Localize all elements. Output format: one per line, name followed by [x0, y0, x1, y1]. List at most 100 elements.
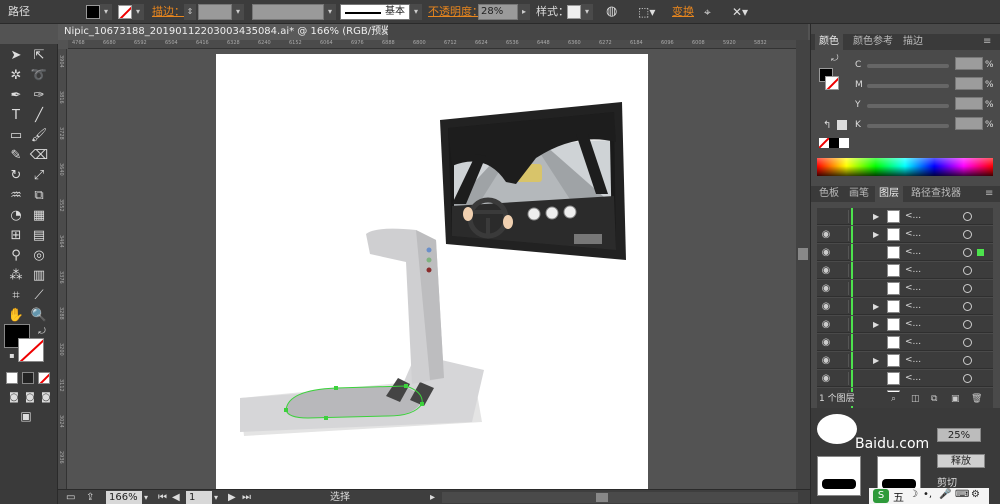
- tab-layers[interactable]: 图层: [875, 186, 903, 202]
- brush-definition[interactable]: 基本: [340, 4, 410, 20]
- visibility-eye-icon[interactable]: ◉: [819, 318, 833, 331]
- live-paint-tool-icon[interactable]: ▦: [29, 206, 49, 226]
- free-transform-tool-icon[interactable]: ⧉: [29, 186, 49, 206]
- visibility-eye-icon[interactable]: ◉: [819, 282, 833, 295]
- artboard[interactable]: [216, 54, 648, 489]
- layer-row[interactable]: ◉ ▶ <...: [817, 298, 993, 315]
- pencil-tool-icon[interactable]: ✎: [6, 146, 26, 166]
- layer-row[interactable]: ◉ ▶ <...: [817, 226, 993, 243]
- panel-menu-icon[interactable]: ✕▾: [732, 4, 748, 20]
- column-graph-tool-icon[interactable]: ▥: [29, 266, 49, 286]
- stroke-weight-dropdown[interactable]: ▾: [232, 4, 244, 20]
- new-sublayer-icon[interactable]: ⧉: [931, 392, 937, 406]
- scale-tool-icon[interactable]: ⤢: [29, 166, 49, 186]
- scroll-thumb[interactable]: [798, 248, 808, 260]
- tab-brushes[interactable]: 画笔: [845, 186, 873, 202]
- eraser-tool-icon[interactable]: ⌫: [29, 146, 49, 166]
- gamut-swatch[interactable]: [837, 120, 847, 130]
- out-of-gamut-icon[interactable]: ↰: [823, 120, 831, 131]
- lock-toggle[interactable]: [837, 318, 849, 331]
- visibility-eye-icon[interactable]: ◉: [819, 264, 833, 277]
- selection-indicator[interactable]: [977, 249, 984, 256]
- lock-toggle[interactable]: [837, 264, 849, 277]
- release-button[interactable]: 释放: [937, 454, 985, 468]
- graphic-style-swatch[interactable]: [567, 5, 581, 19]
- layer-name[interactable]: <...: [905, 299, 921, 314]
- tab-color[interactable]: 颜色: [815, 34, 843, 50]
- curvature-tool-icon[interactable]: ✑: [29, 86, 49, 106]
- target-circle-icon[interactable]: [963, 248, 972, 257]
- new-layer-icon[interactable]: ▣: [951, 392, 960, 406]
- ime-keyboard-icon[interactable]: ⌨: [955, 489, 969, 500]
- tab-swatches[interactable]: 色板: [815, 186, 843, 202]
- ime-moon-icon[interactable]: ☽: [909, 489, 918, 500]
- expand-triangle-icon[interactable]: ▶: [873, 209, 879, 224]
- layer-name[interactable]: <...: [905, 353, 921, 368]
- target-circle-icon[interactable]: [963, 320, 972, 329]
- none-color-icon[interactable]: [819, 138, 829, 148]
- swap-icon[interactable]: ⤾: [831, 54, 839, 64]
- opacity-label[interactable]: 不透明度：: [428, 4, 483, 20]
- layer-row[interactable]: ▶ <...: [817, 208, 993, 225]
- zoom-input[interactable]: 166%: [106, 491, 142, 504]
- make-clipping-mask-icon[interactable]: ◫: [911, 392, 920, 406]
- target-circle-icon[interactable]: [963, 212, 972, 221]
- stroke-swatch[interactable]: [118, 5, 132, 19]
- layer-name[interactable]: <...: [905, 371, 921, 386]
- artboard-number-input[interactable]: 1: [186, 491, 212, 504]
- stroke-weight-stepper[interactable]: ⇕: [184, 4, 196, 20]
- style-dropdown[interactable]: ▾: [581, 4, 593, 20]
- layer-name[interactable]: <...: [905, 335, 921, 350]
- white-color-icon[interactable]: [839, 138, 849, 148]
- artboard-tool-icon[interactable]: ⌗: [6, 286, 26, 306]
- opacity-input[interactable]: 28%: [478, 4, 518, 20]
- canvas-area[interactable]: [68, 49, 796, 489]
- swap-fill-stroke-icon[interactable]: ⤾: [32, 322, 52, 342]
- eyedropper-tool-icon[interactable]: ⚲: [6, 246, 26, 266]
- align-icon[interactable]: ⬚▾: [638, 4, 655, 20]
- channel-y-slider[interactable]: [867, 104, 949, 108]
- target-circle-icon[interactable]: [963, 356, 972, 365]
- layer-row[interactable]: ◉ <...: [817, 244, 993, 261]
- visibility-eye-icon[interactable]: ◉: [819, 354, 833, 367]
- layers-panel-menu-icon[interactable]: ≡: [981, 186, 997, 202]
- layer-name[interactable]: <...: [905, 281, 921, 296]
- channel-k-input[interactable]: [955, 117, 983, 130]
- expand-triangle-icon[interactable]: ▶: [873, 227, 879, 242]
- layer-row[interactable]: ◉ <...: [817, 262, 993, 279]
- horizontal-ruler[interactable]: 4768 6680 6592 6504 6416 6328 6240 6152 6064 6976…: [68, 40, 796, 49]
- ime-bar[interactable]: S 五 ☽ •, 🎤 ⌨ ⚙: [869, 488, 989, 504]
- channel-c-slider[interactable]: [867, 64, 949, 68]
- recolor-icon[interactable]: ◍: [606, 4, 617, 20]
- lock-toggle[interactable]: [837, 228, 849, 241]
- locate-object-icon[interactable]: ⌕: [891, 392, 896, 406]
- expand-triangle-icon[interactable]: ▶: [873, 353, 879, 368]
- document-tab[interactable]: Nipic_10673188_20190112203003435084.ai* …: [58, 24, 388, 40]
- target-circle-icon[interactable]: [963, 302, 972, 311]
- paintbrush-tool-icon[interactable]: 🖌: [29, 126, 49, 146]
- horizontal-scrollbar[interactable]: [442, 492, 798, 503]
- anchor-point[interactable]: [404, 384, 408, 388]
- status-icon[interactable]: ▭: [66, 491, 75, 504]
- layer-row[interactable]: ◉ <...: [817, 370, 993, 387]
- visibility-eye-icon[interactable]: ◉: [819, 246, 833, 259]
- rotate-tool-icon[interactable]: ↻: [6, 166, 26, 186]
- ime-mic-icon[interactable]: 🎤: [939, 489, 951, 500]
- ime-settings-icon[interactable]: ⚙: [971, 489, 980, 500]
- gradient-tool-icon[interactable]: ▤: [29, 226, 49, 246]
- visibility-eye-icon[interactable]: [819, 210, 833, 223]
- lock-toggle[interactable]: [837, 354, 849, 367]
- visibility-eye-icon[interactable]: ◉: [819, 372, 833, 385]
- color-spectrum[interactable]: [817, 158, 993, 176]
- channel-y-input[interactable]: [955, 97, 983, 110]
- draw-inside-icon[interactable]: ◙: [36, 388, 56, 408]
- lasso-tool-icon[interactable]: ➰: [29, 66, 49, 86]
- mesh-tool-icon[interactable]: ⊞: [6, 226, 26, 246]
- anchor-point[interactable]: [420, 402, 424, 406]
- zoom-dropdown-arrow[interactable]: ▾: [144, 491, 148, 504]
- delete-layer-icon[interactable]: 🗑: [971, 392, 982, 406]
- next-artboard-icon[interactable]: ▶: [228, 491, 236, 504]
- opacity-dropdown[interactable]: ▸: [518, 4, 530, 20]
- warp-tool-icon[interactable]: ♒: [6, 186, 26, 206]
- layer-name[interactable]: <...: [905, 209, 921, 224]
